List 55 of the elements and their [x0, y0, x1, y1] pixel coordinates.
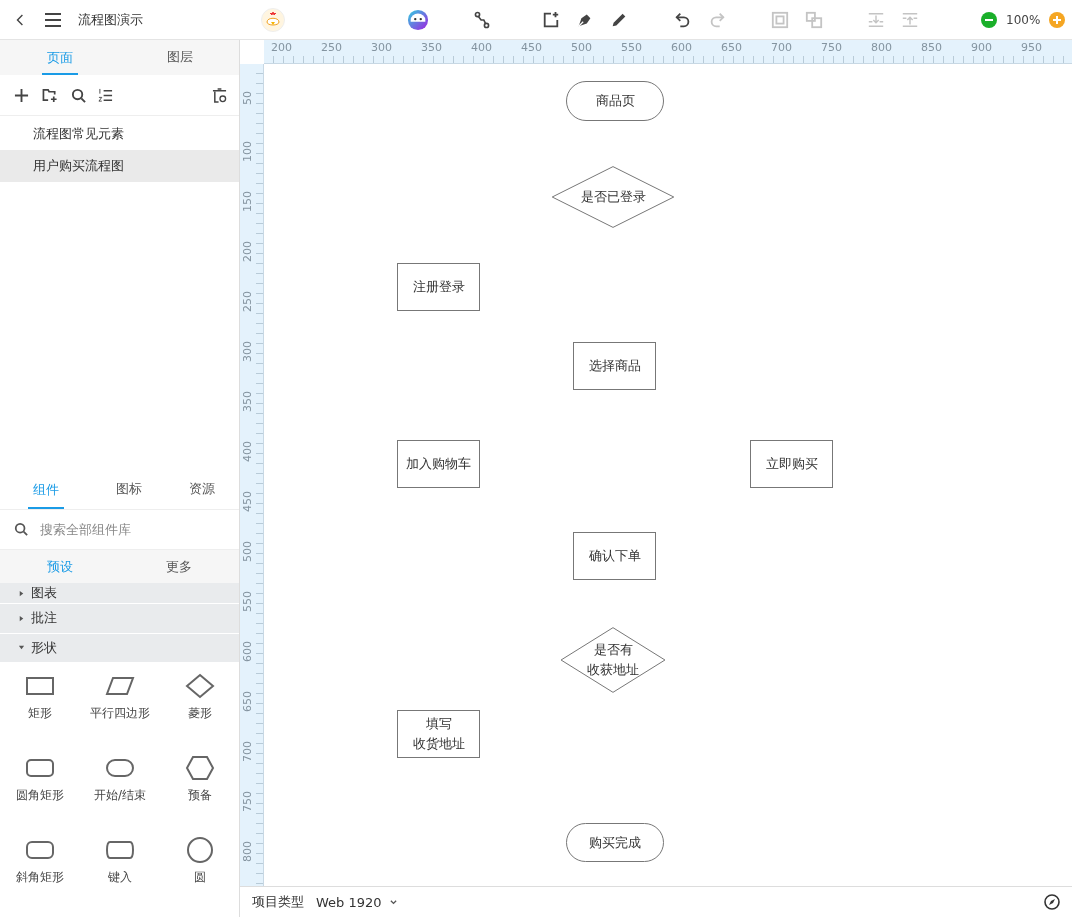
library-tab[interactable]: 资源	[165, 471, 239, 509]
decision-node[interactable]: 是否已登录	[551, 166, 675, 228]
numbered-list-icon[interactable]	[98, 87, 113, 103]
category-header[interactable]: 批注	[0, 604, 239, 634]
round-face-icon[interactable]	[407, 8, 429, 31]
shape-label: 菱形	[188, 705, 212, 722]
category-label: 图表	[31, 584, 57, 603]
process-node[interactable]: 加入购物车	[397, 440, 480, 488]
page-item[interactable]: 流程图常见元素	[0, 117, 239, 150]
decision-node[interactable]: 是否有 收获地址	[560, 627, 666, 693]
caret-icon	[389, 898, 397, 906]
process-node[interactable]: 注册登录	[397, 263, 480, 311]
document-title: 流程图演示	[78, 10, 143, 29]
undo-icon[interactable]	[674, 10, 692, 29]
horizontal-ruler: 200 250 300 350 400 450 500 550 600 650 700 750 800 850 900 950	[264, 40, 1072, 64]
library-subtab[interactable]: 更多	[119, 549, 239, 584]
chevron-icon	[18, 589, 25, 597]
add-folder-icon[interactable]	[41, 87, 59, 103]
zoom-level: 100%	[1006, 12, 1041, 27]
menu-icon[interactable]	[44, 11, 62, 28]
shape-label: 圆角矩形	[16, 787, 64, 804]
shape-label: 键入	[108, 869, 132, 886]
category-header[interactable]: 图表	[0, 583, 239, 605]
shape-label: 斜角矩形	[16, 869, 64, 886]
process-node[interactable]: 填写 收货地址	[397, 710, 480, 758]
project-type-label: 项目类型	[252, 893, 304, 911]
circle-shape-icon[interactable]	[185, 835, 215, 865]
trash-restore-icon[interactable]	[212, 87, 227, 103]
diamond-shape-icon[interactable]	[185, 671, 215, 701]
page-item[interactable]: 用户购买流程图	[0, 149, 239, 182]
shape-label: 圆	[194, 869, 206, 886]
vertical-ruler: 50 100 150 200 250 300 350 400 450 500 550 600 650 700 750 800	[240, 64, 264, 886]
process-node[interactable]: 选择商品	[573, 342, 656, 390]
hexagon-shape-icon[interactable]	[185, 753, 215, 783]
process-node[interactable]: 立即购买	[750, 440, 833, 488]
project-type-dropdown[interactable]: Web 1920	[316, 894, 397, 910]
shape-label: 开始/结束	[93, 787, 146, 804]
connector-icon[interactable]	[473, 10, 491, 29]
shape-label: 平行四边形	[90, 705, 150, 722]
add-icon[interactable]	[14, 87, 29, 103]
category-label: 形状	[31, 638, 57, 657]
panel-tab[interactable]: 图层	[120, 40, 239, 76]
compass-icon[interactable]	[1044, 894, 1060, 910]
search-icon	[14, 522, 28, 537]
chevron-icon	[18, 644, 25, 652]
category-label: 批注	[31, 609, 57, 628]
search-icon[interactable]	[71, 87, 86, 103]
shape-label: 预备	[188, 787, 212, 804]
chevron-icon	[18, 614, 25, 622]
process-node[interactable]: 确认下单	[573, 532, 656, 580]
zoom-out-icon[interactable]	[981, 11, 997, 28]
library-tab[interactable]: 图标	[92, 471, 166, 509]
category-header[interactable]: 形状	[0, 633, 239, 663]
add-frame-icon[interactable]	[542, 10, 560, 29]
shape-label: 矩形	[28, 705, 52, 722]
